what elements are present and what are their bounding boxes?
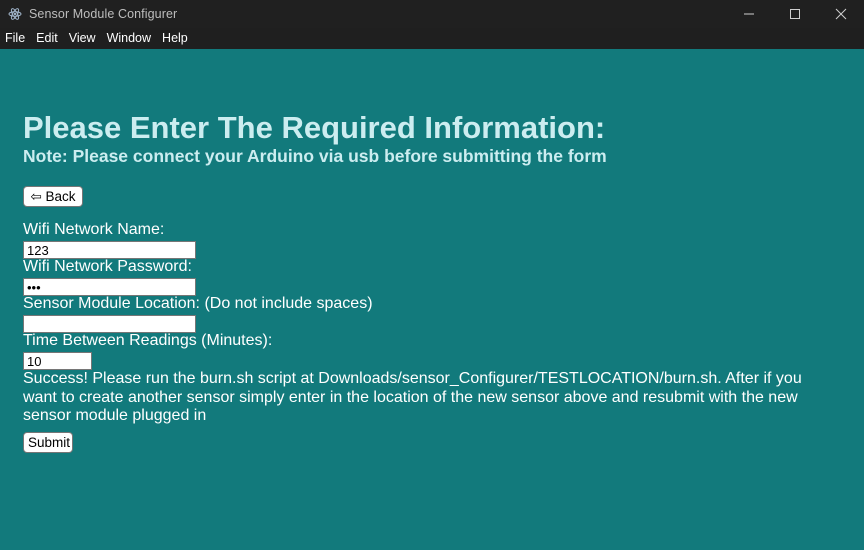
menu-view[interactable]: View — [64, 28, 102, 49]
close-button[interactable] — [818, 0, 864, 28]
wifi-password-label: Wifi Network Password: — [23, 258, 192, 275]
interval-label: Time Between Readings (Minutes): — [23, 332, 273, 349]
menu-edit[interactable]: Edit — [31, 28, 64, 49]
menu-file[interactable]: File — [0, 28, 31, 49]
maximize-button[interactable] — [772, 0, 818, 28]
location-label: Sensor Module Location: (Do not include … — [23, 295, 373, 312]
close-icon — [835, 8, 847, 20]
menu-window[interactable]: Window — [102, 28, 157, 49]
page-title: Please Enter The Required Information: — [23, 110, 606, 145]
submit-button[interactable]: Submit — [23, 432, 73, 453]
window-title: Sensor Module Configurer — [29, 7, 178, 21]
wifi-name-input[interactable] — [23, 241, 196, 259]
menu-help[interactable]: Help — [157, 28, 194, 49]
minimize-button[interactable] — [726, 0, 772, 28]
interval-input[interactable] — [23, 352, 92, 370]
wifi-password-input[interactable] — [23, 278, 196, 296]
back-button[interactable]: ⇦ Back — [23, 186, 83, 207]
wifi-name-label: Wifi Network Name: — [23, 221, 165, 238]
usb-note: Note: Please connect your Arduino via us… — [23, 146, 607, 166]
title-bar: Sensor Module Configurer — [0, 0, 864, 28]
electron-atom-icon — [8, 8, 22, 20]
maximize-icon — [790, 9, 800, 19]
success-message: Success! Please run the burn.sh script a… — [23, 370, 802, 424]
menu-bar: File Edit View Window Help — [0, 28, 864, 49]
location-input[interactable] — [23, 315, 196, 333]
minimize-icon — [744, 13, 754, 15]
